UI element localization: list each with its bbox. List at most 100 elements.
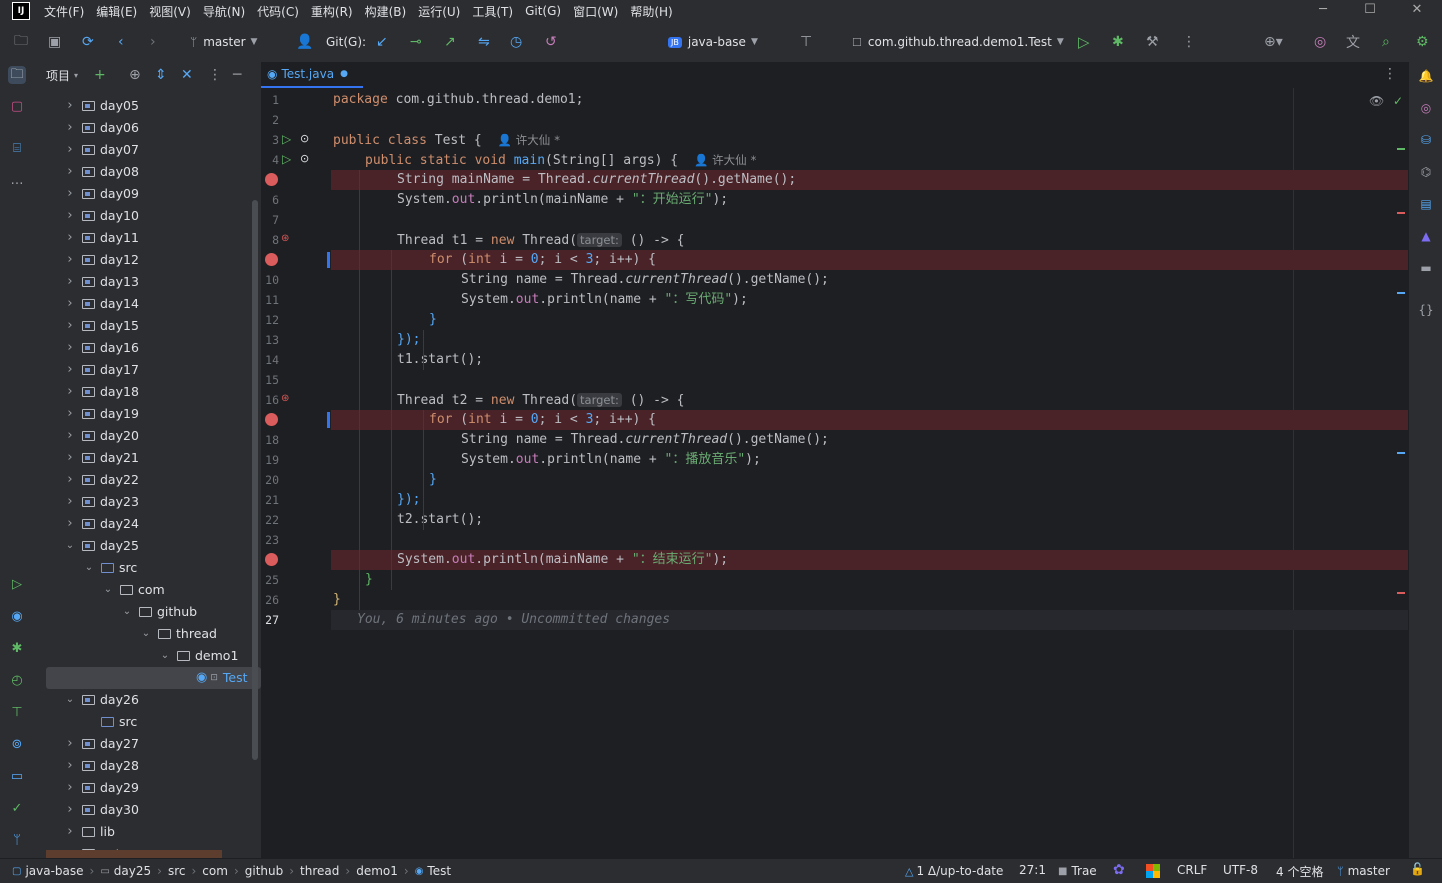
settings-gear-icon[interactable]: ⚙: [1416, 34, 1429, 50]
menu-code[interactable]: 代码(C): [257, 3, 299, 20]
tree-item-day09[interactable]: › day09: [64, 183, 139, 205]
structure-tool-icon[interactable]: ⌸: [8, 140, 26, 158]
options-icon[interactable]: ⋮: [208, 67, 222, 83]
build-tool-icon[interactable]: ⊤: [8, 704, 26, 722]
tree-item-day22[interactable]: › day22: [64, 469, 139, 491]
chevron-right-icon[interactable]: ›: [64, 359, 76, 381]
tree-item-lib[interactable]: › lib: [64, 821, 115, 843]
tree-item-day30[interactable]: › day30: [64, 799, 139, 821]
chevron-down-icon[interactable]: ⌄: [83, 557, 95, 579]
forward-icon[interactable]: ›: [150, 34, 156, 50]
tree-item-day16[interactable]: › day16: [64, 337, 139, 359]
chevron-right-icon[interactable]: ›: [64, 777, 76, 799]
tree-item-github[interactable]: ⌄ github: [121, 601, 197, 623]
project-panel-title[interactable]: 项目: [46, 67, 70, 84]
chevron-right-icon[interactable]: ›: [64, 227, 76, 249]
tree-item-day12[interactable]: › day12: [64, 249, 139, 271]
chevron-right-icon[interactable]: ›: [64, 95, 76, 117]
chevron-right-icon[interactable]: ›: [64, 117, 76, 139]
author-inlay[interactable]: 👤 许大仙 *: [498, 133, 560, 147]
file-encoding[interactable]: UTF-8: [1223, 863, 1258, 877]
scroll-marker[interactable]: [1397, 592, 1405, 594]
chevron-down-icon[interactable]: ⌄: [121, 601, 133, 623]
database-icon[interactable]: ⛁: [1418, 132, 1434, 148]
sync-icon[interactable]: ⟳: [82, 34, 94, 50]
project-scrollbar[interactable]: [252, 200, 258, 760]
more-tools-icon[interactable]: …: [8, 172, 26, 190]
vcs-change-marker[interactable]: [327, 412, 330, 428]
build-icon[interactable]: ⚒: [1146, 34, 1159, 50]
tree-item-day28[interactable]: › day28: [64, 755, 139, 777]
tree-item-day18[interactable]: › day18: [64, 381, 139, 403]
menu-view[interactable]: 视图(V): [149, 3, 191, 20]
close-window-icon[interactable]: ✕: [1394, 0, 1440, 22]
maximize-window-icon[interactable]: ☐: [1347, 0, 1393, 22]
git-merge-icon[interactable]: ⇋: [478, 34, 490, 50]
breadcrumb-item[interactable]: demo1: [356, 864, 398, 878]
breakpoint-icon[interactable]: [265, 553, 278, 566]
tree-item-day23[interactable]: › day23: [64, 491, 139, 513]
ai-assistant-icon[interactable]: ⊕▾: [1264, 34, 1283, 50]
chevron-right-icon[interactable]: ›: [64, 337, 76, 359]
chevron-right-icon[interactable]: ›: [64, 249, 76, 271]
ai-chat-icon[interactable]: ◎: [1418, 100, 1434, 116]
git-tool-icon[interactable]: ᛘ: [8, 832, 26, 850]
user-icon[interactable]: 👤: [296, 34, 313, 50]
chevron-down-icon[interactable]: ▾: [74, 71, 78, 80]
chevron-right-icon[interactable]: ›: [64, 183, 76, 205]
search-icon[interactable]: ⌕: [1382, 34, 1390, 50]
copilot-icon[interactable]: ◎: [1314, 34, 1326, 50]
chevron-right-icon[interactable]: ›: [64, 381, 76, 403]
breadcrumb-item[interactable]: thread: [300, 864, 339, 878]
indent-setting[interactable]: 4 个空格: [1276, 863, 1323, 880]
breadcrumb-item[interactable]: com: [202, 864, 228, 878]
tree-item-day14[interactable]: › day14: [64, 293, 139, 315]
chevron-right-icon[interactable]: ›: [64, 469, 76, 491]
menu-refactor[interactable]: 重构(R): [311, 3, 353, 20]
menu-help[interactable]: 帮助(H): [630, 3, 672, 20]
chevron-down-icon[interactable]: ⌄: [140, 623, 152, 645]
branch-selector[interactable]: ᛘ master ▼: [190, 22, 257, 62]
tree-item-thread[interactable]: ⌄ thread: [140, 623, 217, 645]
tree-item-day26[interactable]: ⌄ day26: [64, 689, 139, 711]
menu-tools[interactable]: 工具(T): [472, 3, 513, 20]
scroll-marker[interactable]: [1397, 212, 1405, 214]
chevron-right-icon[interactable]: ›: [64, 491, 76, 513]
code-with-me-icon[interactable]: {}: [1418, 302, 1434, 318]
plugin-icon[interactable]: ⌬: [1418, 164, 1434, 180]
breadcrumb-item[interactable]: ◉ Test: [415, 864, 451, 878]
back-icon[interactable]: ‹: [118, 34, 124, 50]
history-icon[interactable]: ◷: [510, 34, 522, 50]
chevron-right-icon[interactable]: ›: [64, 161, 76, 183]
tree-item-day15[interactable]: › day15: [64, 315, 139, 337]
expand-all-icon[interactable]: ⇕: [155, 67, 167, 83]
scroll-marker[interactable]: [1397, 452, 1405, 454]
menu-build[interactable]: 构建(B): [365, 3, 407, 20]
chevron-right-icon[interactable]: ›: [64, 205, 76, 227]
lambda-breakpoint-icon[interactable]: ⊛: [281, 393, 289, 404]
tree-item-day06[interactable]: › day06: [64, 117, 139, 139]
tree-item-day27[interactable]: › day27: [64, 733, 139, 755]
tree-item-day10[interactable]: › day10: [64, 205, 139, 227]
menu-edit[interactable]: 编辑(E): [96, 3, 137, 20]
project-selector[interactable]: JB java-base ▼: [668, 22, 758, 62]
collapse-all-icon[interactable]: ✕: [181, 67, 193, 83]
tree-item-demo1[interactable]: ⌄ demo1: [159, 645, 239, 667]
tree-item-day21[interactable]: › day21: [64, 447, 139, 469]
minimize-window-icon[interactable]: ─: [1300, 0, 1346, 22]
run-class-icon[interactable]: ▷: [282, 132, 291, 146]
breadcrumb-item[interactable]: src: [168, 864, 186, 878]
breakpoint-icon[interactable]: [265, 173, 278, 186]
author-inlay[interactable]: 👤 许大仙 *: [694, 153, 756, 167]
chevron-right-icon[interactable]: ›: [64, 139, 76, 161]
lock-icon[interactable]: 🔓: [1410, 862, 1425, 876]
run-main-icon[interactable]: ▷: [282, 152, 291, 166]
menu-run[interactable]: 运行(U): [418, 3, 460, 20]
more-actions-icon[interactable]: ⋮: [1182, 34, 1196, 50]
tree-item-day25[interactable]: ⌄ day25: [64, 535, 139, 557]
menu-navigate[interactable]: 导航(N): [203, 3, 245, 20]
implemented-marker-icon[interactable]: ⊙: [300, 152, 309, 165]
breadcrumb-item[interactable]: github: [245, 864, 283, 878]
windows-logo-icon[interactable]: [1146, 864, 1160, 878]
tree-item-src[interactable]: src: [83, 711, 137, 733]
